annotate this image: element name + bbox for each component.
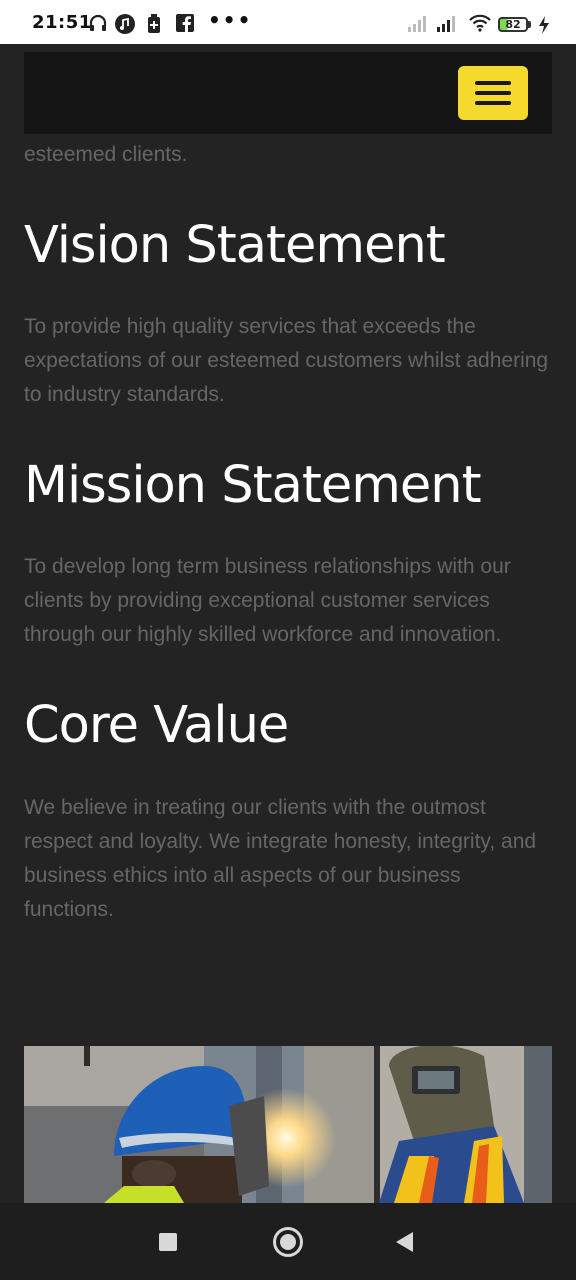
- battery-level: 82: [505, 18, 521, 31]
- site-header: [24, 52, 552, 134]
- recent-apps-icon[interactable]: [159, 1233, 177, 1251]
- signal-icon: [437, 16, 455, 32]
- charging-icon: [539, 16, 549, 34]
- mission-heading: Mission Statement: [24, 456, 482, 515]
- notification-icon: [148, 14, 160, 33]
- vision-heading: Vision Statement: [24, 216, 446, 275]
- core-value-heading: Core Value: [24, 696, 289, 755]
- home-icon[interactable]: [273, 1227, 303, 1257]
- more-notifications-indicator: •••: [208, 8, 253, 32]
- status-bar: 21:51 ••• 82: [0, 0, 576, 44]
- welders-photo: [24, 1046, 552, 1203]
- vision-text: To provide high quality services that ex…: [24, 315, 549, 406]
- screen: 21:51 ••• 82 esteemed clients. Vision St…: [0, 0, 576, 1280]
- headphones-icon: [89, 14, 107, 31]
- menu-button[interactable]: [458, 66, 528, 120]
- facebook-icon: [176, 14, 194, 32]
- battery-tip: [528, 21, 531, 28]
- core-value-text: We believe in treating our clients with …: [24, 796, 537, 921]
- music-icon: [115, 14, 135, 34]
- battery-icon: 82: [498, 17, 528, 32]
- wifi-icon: [469, 14, 491, 32]
- back-icon[interactable]: [396, 1232, 413, 1252]
- mission-text: To develop long term business relationsh…: [24, 555, 511, 646]
- system-navigation-bar: [0, 1203, 576, 1280]
- intro-text-tail: esteemed clients.: [24, 143, 188, 166]
- status-time: 21:51: [32, 12, 92, 33]
- signal-icon: [408, 16, 426, 32]
